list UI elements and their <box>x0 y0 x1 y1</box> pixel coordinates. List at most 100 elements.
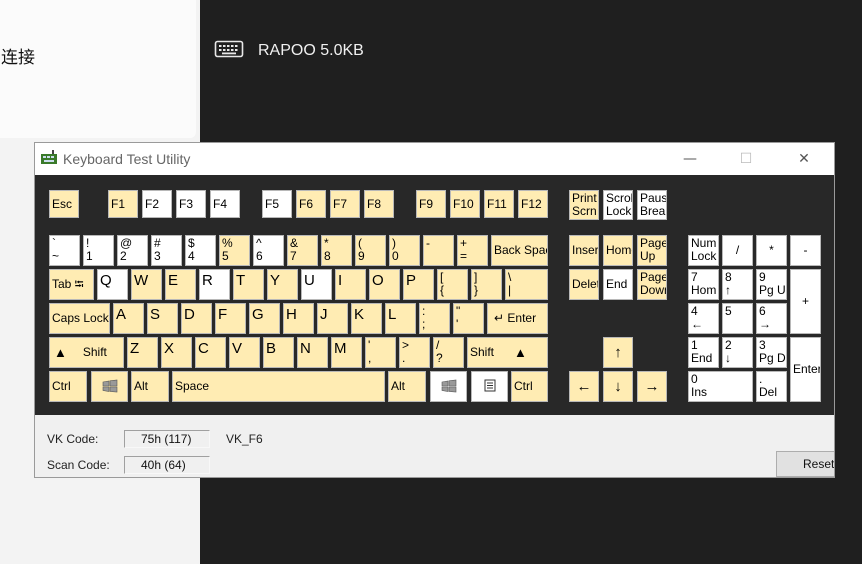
key-right-shift[interactable]: Shift ▲ <box>467 337 548 368</box>
key-m[interactable]: M <box>331 337 362 368</box>
key-s[interactable]: S <box>147 303 178 334</box>
key-numpad-add[interactable]: + <box>790 269 821 334</box>
key-numpad-divide[interactable]: / <box>722 235 753 266</box>
key-numpad-0[interactable]: 0 Ins <box>688 371 753 402</box>
key-left-win[interactable] <box>91 371 128 402</box>
key-backspace[interactable]: Back Spac <box>491 235 548 266</box>
key-left-bracket[interactable]: [{ <box>437 269 468 300</box>
key-left-alt[interactable]: Alt <box>131 371 169 402</box>
key-f5[interactable]: F5 <box>262 190 292 218</box>
key-q[interactable]: Q <box>97 269 128 300</box>
key-b[interactable]: B <box>263 337 294 368</box>
key-f8[interactable]: F8 <box>364 190 394 218</box>
key-f11[interactable]: F11 <box>484 190 514 218</box>
key-5[interactable]: % 5 <box>219 235 250 266</box>
key-o[interactable]: O <box>369 269 400 300</box>
key-caps-lock[interactable]: Caps Lock <box>49 303 110 334</box>
key-x[interactable]: X <box>161 337 192 368</box>
key-num-lock[interactable]: Num Lock <box>688 235 719 266</box>
key-8[interactable]: * 8 <box>321 235 352 266</box>
key-page-up[interactable]: Page Up <box>637 235 667 266</box>
key-right-ctrl[interactable]: Ctrl <box>511 371 548 402</box>
key-right-alt[interactable]: Alt <box>388 371 426 402</box>
key-menu[interactable] <box>471 371 508 402</box>
key-6[interactable]: ^ 6 <box>253 235 284 266</box>
key-delete[interactable]: Delete <box>569 269 599 300</box>
key-v[interactable]: V <box>229 337 260 368</box>
key-home[interactable]: Home <box>603 235 633 266</box>
key-numpad-subtract[interactable]: - <box>790 235 821 266</box>
key-r[interactable]: R <box>199 269 230 300</box>
key-tab[interactable]: Tab ⭾ <box>49 269 94 300</box>
key-0[interactable]: ) 0 <box>389 235 420 266</box>
key-numpad-7[interactable]: 7 Hom <box>688 269 719 300</box>
key-a[interactable]: A <box>113 303 144 334</box>
key-left-ctrl[interactable]: Ctrl <box>49 371 87 402</box>
key-2[interactable]: @2 <box>117 235 148 266</box>
key-arrow-down[interactable]: ↓ <box>603 371 633 402</box>
key-7[interactable]: & 7 <box>287 235 318 266</box>
key-f1[interactable]: F1 <box>108 190 138 218</box>
key-y[interactable]: Y <box>267 269 298 300</box>
key-k[interactable]: K <box>351 303 382 334</box>
key-l[interactable]: L <box>385 303 416 334</box>
key-semicolon[interactable]: :; <box>419 303 450 334</box>
key-backslash[interactable]: \ | <box>505 269 548 300</box>
key-page-down[interactable]: PageDown <box>637 269 667 300</box>
key-g[interactable]: G <box>249 303 280 334</box>
key-p[interactable]: P <box>403 269 434 300</box>
bluetooth-device-row[interactable]: RAPOO 5.0KB <box>214 36 364 66</box>
key-c[interactable]: C <box>195 337 226 368</box>
key-print-screen[interactable]: Print Scrn <box>569 190 599 220</box>
key-insert[interactable]: Inser <box>569 235 599 266</box>
key-f7[interactable]: F7 <box>330 190 360 218</box>
key-j[interactable]: J <box>317 303 348 334</box>
key-space[interactable]: Space <box>172 371 385 402</box>
key-numpad-8[interactable]: 8 ↑ <box>722 269 753 300</box>
key-d[interactable]: D <box>181 303 212 334</box>
key-numpad-decimal[interactable]: . Del <box>756 371 787 402</box>
key-4[interactable]: $4 <box>185 235 216 266</box>
key-1[interactable]: ! 1 <box>83 235 114 266</box>
maximize-button[interactable]: ☐ <box>723 143 769 175</box>
key-arrow-right[interactable]: → <box>637 371 667 402</box>
key-numpad-1[interactable]: 1 End <box>688 337 719 368</box>
key-f4[interactable]: F4 <box>210 190 240 218</box>
minimize-button[interactable]: — <box>667 143 713 175</box>
key-z[interactable]: Z <box>127 337 158 368</box>
key-right-win[interactable] <box>430 371 467 402</box>
key-numpad-5[interactable]: 5 <box>722 303 753 334</box>
key-numpad-multiply[interactable]: * <box>756 235 787 266</box>
key-f[interactable]: F <box>215 303 246 334</box>
key-f9[interactable]: F9 <box>416 190 446 218</box>
key-pause[interactable]: Paus Brea <box>637 190 667 220</box>
reset-button[interactable]: Reset <box>776 451 834 477</box>
key-n[interactable]: N <box>297 337 328 368</box>
key-3[interactable]: #3 <box>151 235 182 266</box>
key-backtick[interactable]: ` ~ <box>49 235 80 266</box>
key-arrow-left[interactable]: ← <box>569 371 599 402</box>
key-f3[interactable]: F3 <box>176 190 206 218</box>
key-t[interactable]: T <box>233 269 264 300</box>
key-9[interactable]: (9 <box>355 235 386 266</box>
key-u[interactable]: U <box>301 269 332 300</box>
key-scroll-lock[interactable]: Scrol Lock <box>603 190 633 220</box>
key-quote[interactable]: " ' <box>453 303 484 334</box>
key-comma[interactable]: ', <box>365 337 396 368</box>
key-equals[interactable]: + = <box>457 235 488 266</box>
key-period[interactable]: >. <box>399 337 430 368</box>
key-left-shift[interactable]: ▲ Shift <box>49 337 124 368</box>
key-numpad-2[interactable]: 2 ↓ <box>722 337 753 368</box>
key-end[interactable]: End <box>603 269 633 300</box>
key-numpad-3[interactable]: 3 Pg D <box>756 337 787 368</box>
key-f2[interactable]: F2 <box>142 190 172 218</box>
key-arrow-up[interactable]: ↑ <box>603 337 633 368</box>
key-numpad-enter[interactable]: Enter <box>790 337 821 402</box>
key-w[interactable]: W <box>131 269 162 300</box>
key-numpad-6[interactable]: 6 → <box>756 303 787 334</box>
key-i[interactable]: I <box>335 269 366 300</box>
key-right-bracket[interactable]: ]} <box>471 269 502 300</box>
key-numpad-9[interactable]: 9 Pg U <box>756 269 787 300</box>
key-slash[interactable]: /? <box>433 337 464 368</box>
key-e[interactable]: E <box>165 269 196 300</box>
